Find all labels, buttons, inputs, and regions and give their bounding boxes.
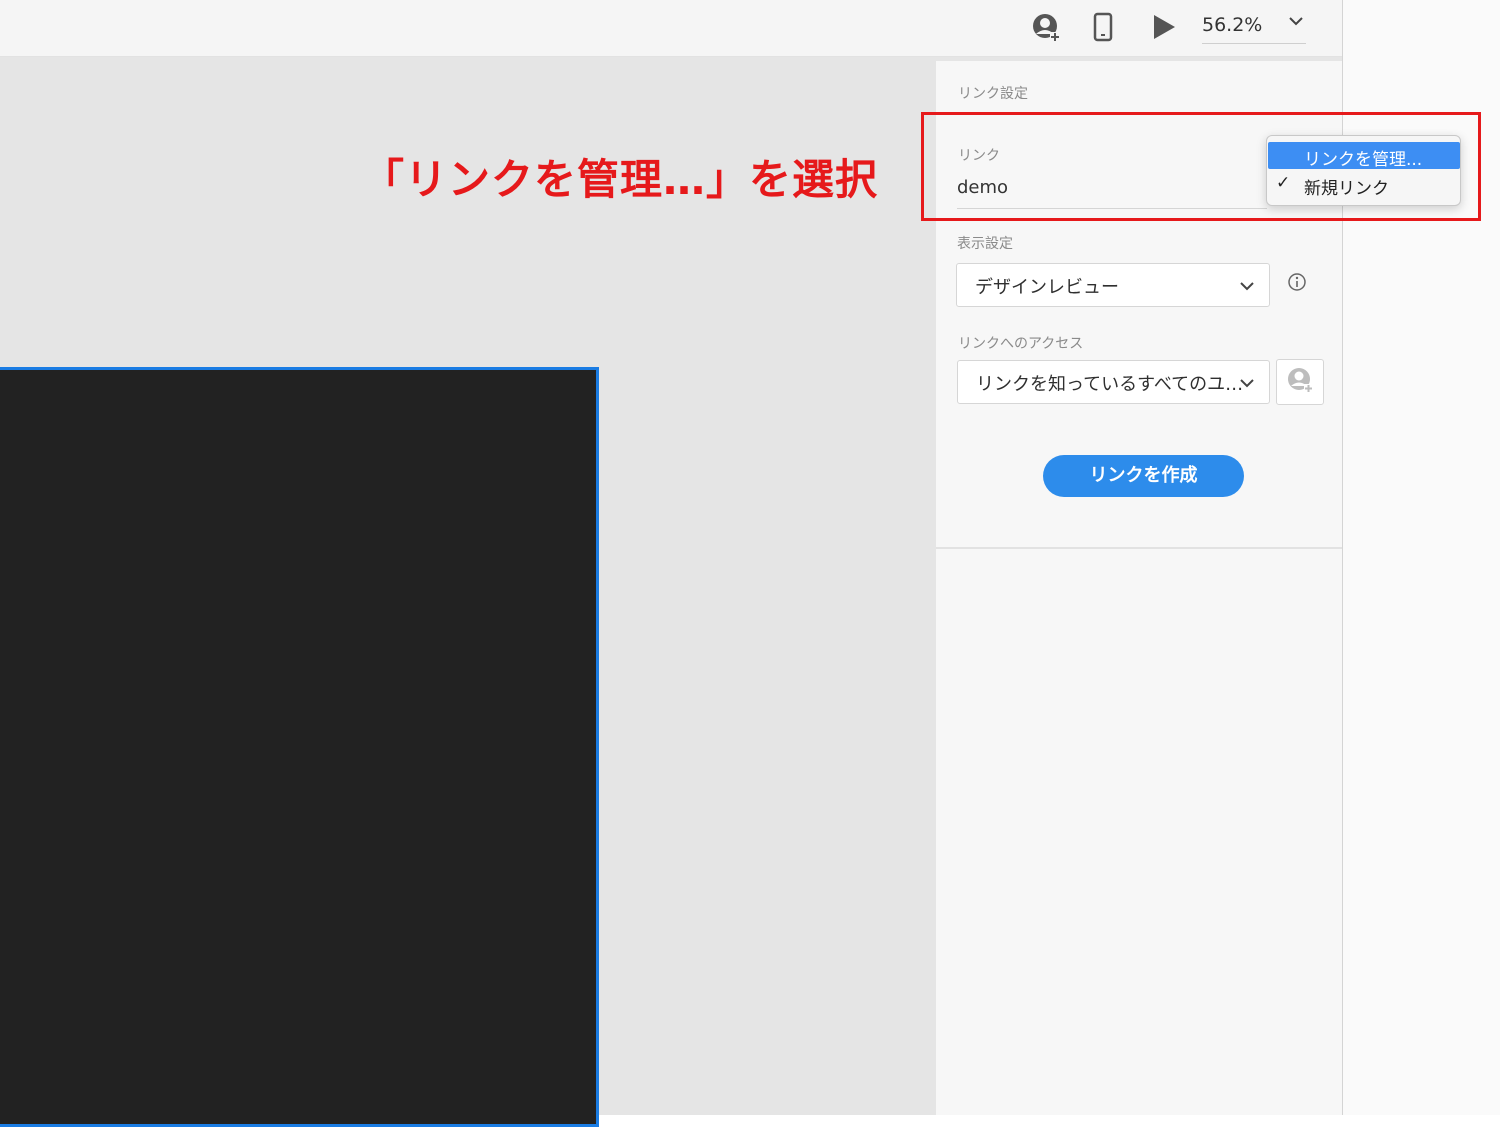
top-toolbar: 56.2% bbox=[0, 0, 1342, 57]
display-settings-label: 表示設定 bbox=[957, 236, 1013, 252]
chevron-down-icon bbox=[1288, 13, 1304, 33]
link-options-menu: リンクを管理... ✓ 新規リンク bbox=[1266, 135, 1461, 206]
menu-item-new-link[interactable]: ✓ 新規リンク bbox=[1268, 171, 1460, 199]
add-user-icon bbox=[1286, 366, 1314, 398]
menu-item-manage-links[interactable]: リンクを管理... bbox=[1268, 142, 1460, 170]
checkmark-icon: ✓ bbox=[1276, 173, 1291, 193]
mobile-device-icon[interactable] bbox=[1086, 10, 1120, 44]
zoom-select[interactable]: 56.2% bbox=[1202, 12, 1306, 44]
link-access-label: リンクへのアクセス bbox=[958, 336, 1084, 352]
chevron-down-icon bbox=[1239, 375, 1255, 395]
menu-item-label: リンクを管理... bbox=[1304, 150, 1423, 170]
display-settings-select[interactable]: デザインレビュー bbox=[956, 263, 1270, 307]
create-link-button[interactable]: リンクを作成 bbox=[1043, 455, 1244, 497]
artboard[interactable] bbox=[0, 367, 599, 1127]
play-icon[interactable] bbox=[1147, 10, 1181, 44]
annotation-callout: 「リンクを管理…」を選択 bbox=[362, 155, 879, 204]
link-access-select[interactable]: リンクを知っているすべてのユ… bbox=[957, 360, 1270, 404]
panel-divider bbox=[936, 547, 1342, 549]
chevron-down-icon bbox=[1239, 278, 1255, 298]
menu-item-label: 新規リンク bbox=[1304, 179, 1389, 199]
invite-user-button[interactable] bbox=[1276, 359, 1324, 405]
zoom-value: 56.2% bbox=[1202, 14, 1263, 36]
share-user-icon[interactable] bbox=[1029, 10, 1063, 44]
info-icon[interactable] bbox=[1287, 272, 1307, 292]
section-title: リンク設定 bbox=[958, 86, 1028, 102]
display-settings-value: デザインレビュー bbox=[975, 277, 1119, 298]
link-access-value: リンクを知っているすべてのユ… bbox=[976, 374, 1244, 395]
